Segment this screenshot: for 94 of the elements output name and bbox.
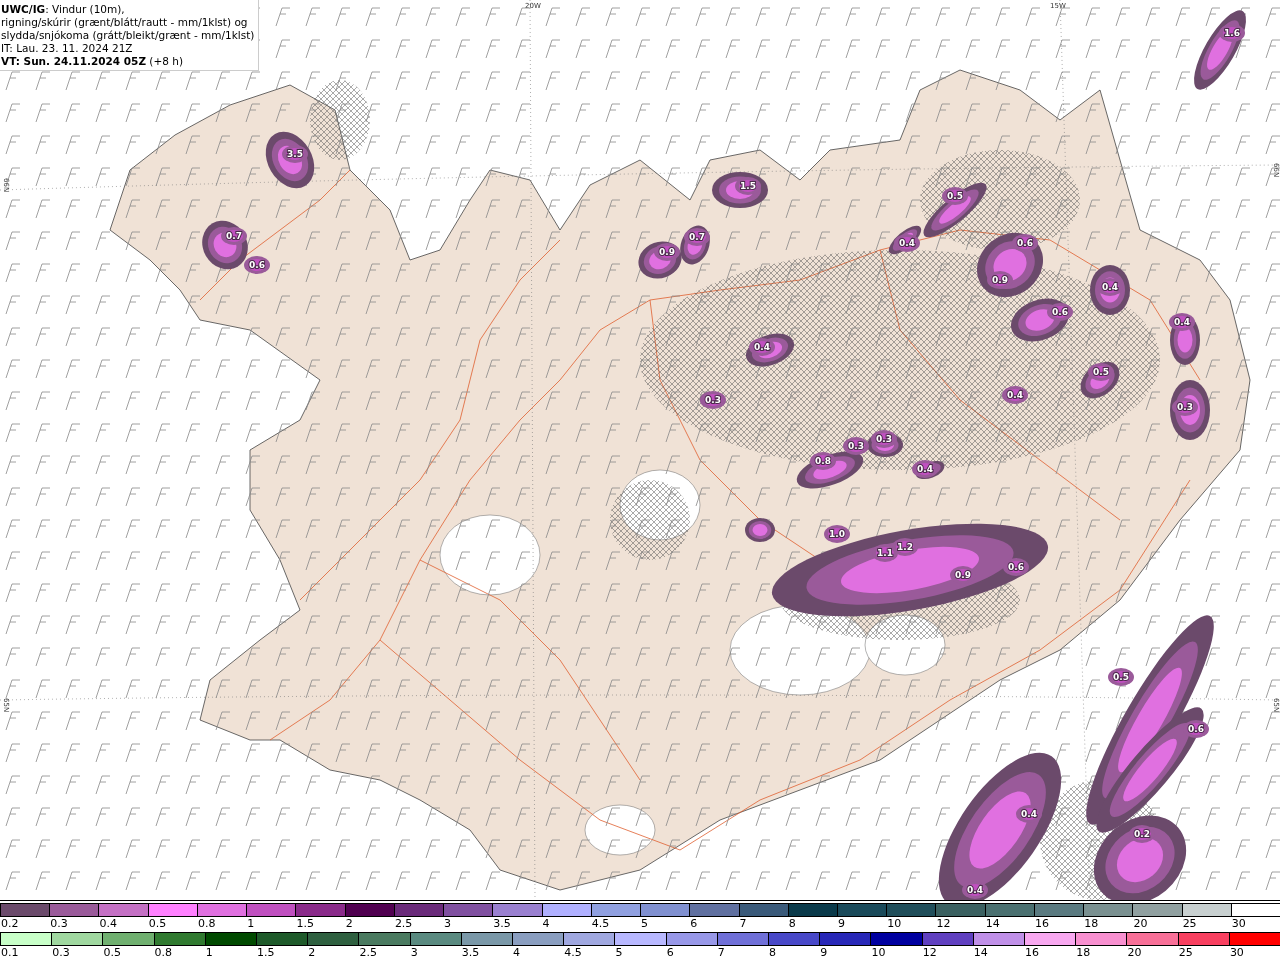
scale-label: 4.5 xyxy=(590,917,610,931)
precipitation-value: 0.2 xyxy=(1134,829,1150,839)
scale-label: 3.5 xyxy=(492,917,511,931)
precipitation-value: 0.8 xyxy=(815,456,831,466)
scale-label: 9 xyxy=(837,917,845,931)
precipitation-value: 0.9 xyxy=(659,247,675,257)
scale-label: 0.3 xyxy=(51,946,70,960)
precipitation-area xyxy=(1108,668,1134,686)
scale-label: 4.5 xyxy=(563,946,582,960)
scale-label: 1.5 xyxy=(256,946,275,960)
precipitation-value: 0.4 xyxy=(1174,317,1190,327)
scale-label: 1 xyxy=(246,917,255,931)
map-info-text: VT: Sun. 24.11.2024 05Z (+8 h) xyxy=(1,55,185,68)
precipitation-area xyxy=(700,391,726,409)
scale-label: 9 xyxy=(819,946,828,960)
precipitation-area xyxy=(843,437,869,455)
scale-label: 30 xyxy=(1230,917,1246,931)
scale-label: 2.5 xyxy=(393,917,413,931)
scale-label: 12 xyxy=(921,946,937,960)
scale-label: 8 xyxy=(787,917,796,931)
scale-label: 2 xyxy=(344,917,353,931)
scale-label: 7 xyxy=(716,946,725,960)
precipitation-value: 0.5 xyxy=(1093,367,1109,377)
scale-label: 6 xyxy=(689,917,698,931)
precipitation-value: 0.4 xyxy=(967,885,983,895)
scale-label: 12 xyxy=(935,917,951,931)
scale-label: 10 xyxy=(886,917,902,931)
precipitation-value: 0.9 xyxy=(992,275,1008,285)
scale-label: 0.4 xyxy=(98,917,117,931)
scale-label: 2 xyxy=(307,946,316,960)
scale-label: 0.5 xyxy=(102,946,121,960)
precipitation-area xyxy=(1002,386,1028,404)
scale-label: 0.8 xyxy=(153,946,173,960)
precipitation-value: 0.3 xyxy=(705,395,721,405)
precipitation-value: 0.7 xyxy=(689,232,705,242)
precipitation-value: 1.5 xyxy=(740,181,756,191)
precipitation-value: 0.4 xyxy=(754,342,770,352)
scale-label: 3 xyxy=(409,946,418,960)
scale-label: 0.8 xyxy=(196,917,216,931)
scale-label: 18 xyxy=(1075,946,1091,960)
precipitation-value: 1.2 xyxy=(897,542,913,552)
precipitation-value: 3.5 xyxy=(287,149,303,159)
scale-label: 3 xyxy=(443,917,452,931)
scale-label: 0.2 xyxy=(0,917,19,931)
scale-label: 6 xyxy=(665,946,674,960)
scale-label: 4 xyxy=(541,917,550,931)
scale-label: 16 xyxy=(1033,917,1049,931)
scale-label: 0.5 xyxy=(147,917,167,931)
scale-label: 16 xyxy=(1024,946,1040,960)
scale-label: 8 xyxy=(768,946,777,960)
scale-label: 14 xyxy=(972,946,988,960)
precipitation-value: 0.7 xyxy=(226,231,242,241)
scale-label: 10 xyxy=(870,946,886,960)
precipitation-value: 0.6 xyxy=(1188,724,1204,734)
precipitation-area xyxy=(912,460,938,478)
precipitation-value: 0.6 xyxy=(249,260,265,270)
scale-label: 14 xyxy=(984,917,1000,931)
scale-label: 5 xyxy=(640,917,649,931)
scale-label: 18 xyxy=(1083,917,1099,931)
precipitation-value: 0.4 xyxy=(917,464,933,474)
scale-label: 1 xyxy=(204,946,213,960)
scale-label: 25 xyxy=(1181,917,1197,931)
map-info-text: UWC/IG: Vindur (10m), xyxy=(1,3,126,16)
precipitation-value: 0.6 xyxy=(1017,238,1033,248)
scale-label: 20 xyxy=(1126,946,1142,960)
precipitation-value: 0.5 xyxy=(1113,672,1129,682)
precipitation-value: 0.4 xyxy=(1021,809,1037,819)
precipitation-value: 0.6 xyxy=(1008,562,1024,572)
precipitation-value: 0.3 xyxy=(848,441,864,451)
precipitation-value: 0.9 xyxy=(955,570,971,580)
map-info-text: slydda/snjókoma (grátt/bleikt/grænt - mm/1klst) xyxy=(1,29,255,42)
scale-label: 30 xyxy=(1228,946,1244,960)
scale-label: 20 xyxy=(1132,917,1148,931)
scale-label: 0.3 xyxy=(49,917,68,931)
precipitation-value: 0.5 xyxy=(947,191,963,201)
scale-label: 0.1 xyxy=(0,946,19,960)
scale-label: 25 xyxy=(1177,946,1193,960)
map-info-text: rigning/skúrir (grænt/blátt/rautt - mm/1klst) og xyxy=(1,16,249,29)
precipitation-value: 0.3 xyxy=(1177,402,1193,412)
scale-label: 7 xyxy=(738,917,747,931)
precipitation-value: 0.4 xyxy=(899,238,915,248)
scale-label: 1.5 xyxy=(295,917,314,931)
scale-label: 5 xyxy=(614,946,623,960)
precipitation-value: 1.1 xyxy=(877,548,893,558)
precipitation-value: 0.3 xyxy=(876,434,892,444)
scale-label: 4 xyxy=(512,946,521,960)
precipitation-value: 0.4 xyxy=(1007,390,1023,400)
map-info-text: IT: Lau. 23. 11. 2024 21Z xyxy=(1,42,134,55)
precipitation-value: 1.0 xyxy=(829,529,845,539)
precipitation-value: 1.6 xyxy=(1224,28,1240,38)
scale-label: 2.5 xyxy=(358,946,377,960)
precipitation-value: 0.4 xyxy=(1102,282,1118,292)
precipitation-value: 0.6 xyxy=(1052,307,1068,317)
scale-label: 3.5 xyxy=(460,946,480,960)
